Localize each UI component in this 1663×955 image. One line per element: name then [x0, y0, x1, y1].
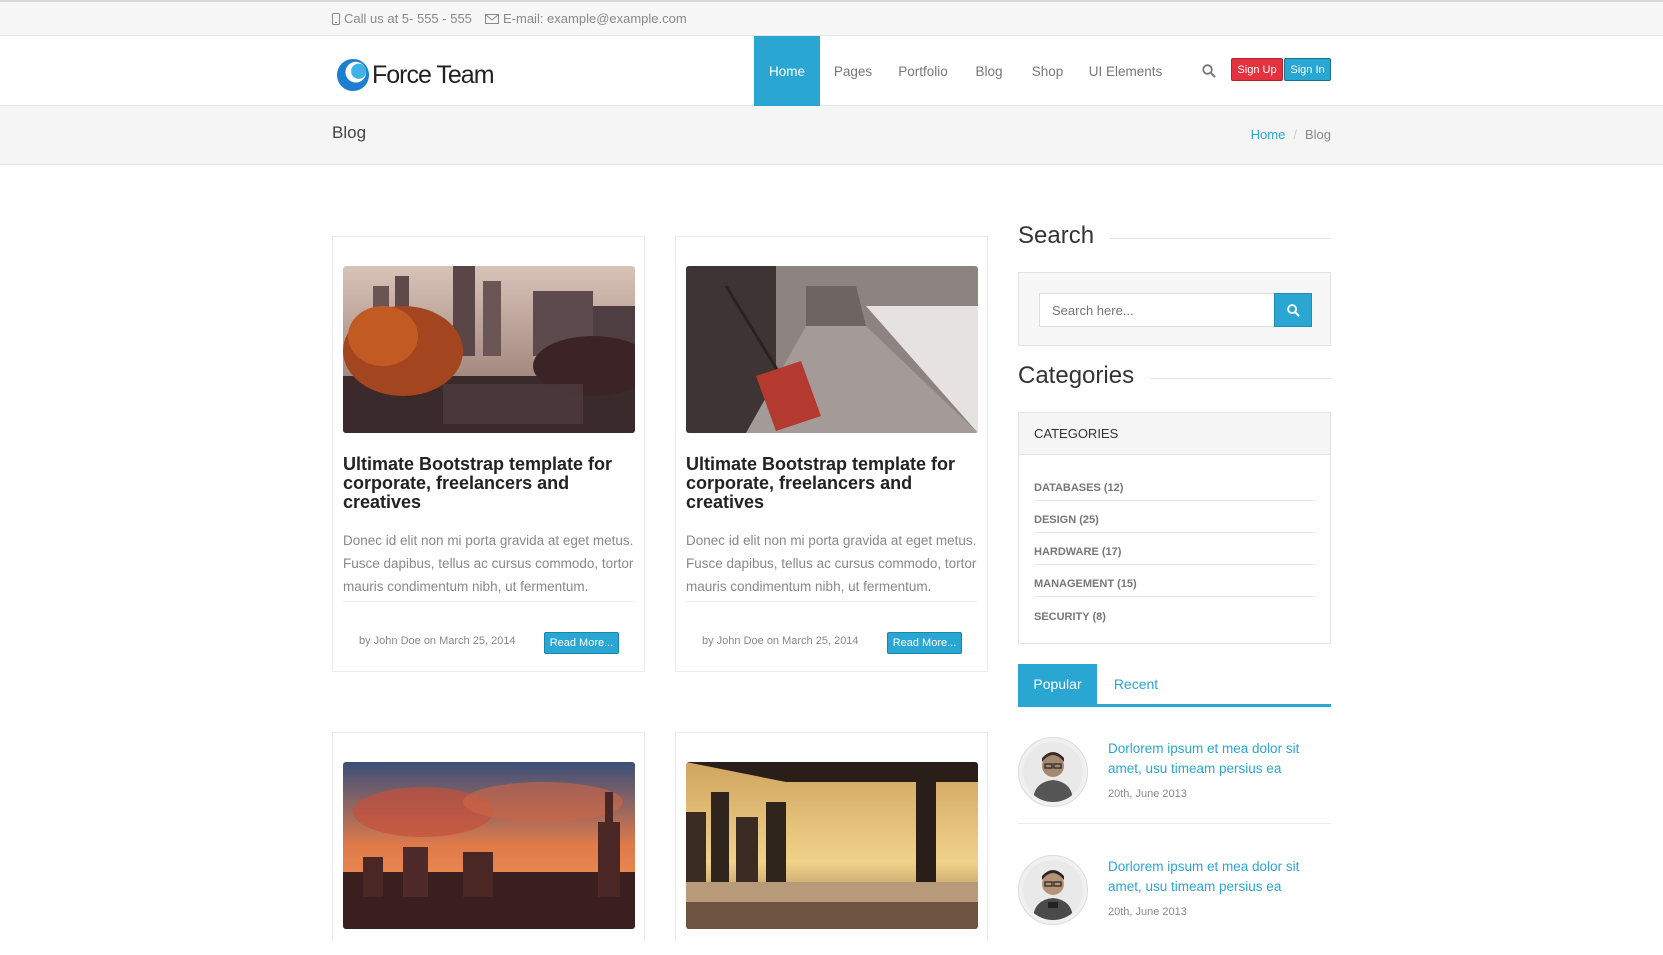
post-image-snow-shovel-photo	[686, 266, 978, 433]
nav-portfolio[interactable]: Portfolio	[886, 36, 960, 106]
breadcrumb-home[interactable]: Home	[1251, 127, 1286, 142]
blog-post-card: Ultimate Bootstrap template for corporat…	[675, 236, 988, 672]
avatar[interactable]	[1018, 855, 1088, 925]
search-icon[interactable]	[1202, 64, 1216, 78]
heading-rule	[1150, 377, 1331, 379]
search-heading-row: Search	[1018, 222, 1331, 250]
mobile-icon	[332, 12, 340, 25]
categories-panel: CATEGORIES DATABASES (12) DESIGN (25) HA…	[1018, 412, 1331, 644]
popular-post-title[interactable]: Dorlorem ipsum et mea dolor sit amet, us…	[1108, 739, 1318, 779]
header: Force Team Home Pages Portfolio Blog Sho…	[0, 36, 1663, 106]
category-item-hardware[interactable]: HARDWARE (17)	[1034, 533, 1315, 565]
top-bar: Call us at 5- 555 - 555 E-mail: example@…	[0, 0, 1663, 36]
popular-post-title[interactable]: Dorlorem ipsum et mea dolor sit amet, us…	[1108, 857, 1318, 897]
search-icon	[1286, 303, 1300, 317]
logo[interactable]: Force Team	[336, 58, 495, 92]
category-item-security[interactable]: SECURITY (8)	[1034, 597, 1315, 629]
categories-panel-title: CATEGORIES	[1019, 413, 1330, 455]
search-button[interactable]	[1274, 293, 1312, 327]
phone-info: Call us at 5- 555 - 555	[332, 11, 472, 26]
category-item-design[interactable]: DESIGN (25)	[1034, 501, 1315, 533]
brand-name: Force Team	[372, 60, 495, 89]
categories-heading-row: Categories	[1018, 362, 1331, 390]
post-meta: by John Doe on March 25, 2014	[359, 635, 516, 647]
post-image[interactable]	[686, 266, 978, 433]
sign-up-button[interactable]: Sign Up	[1231, 58, 1283, 81]
main-nav: Home Pages Portfolio Blog Shop UI Elemen…	[754, 36, 1174, 106]
post-image[interactable]	[343, 266, 635, 433]
logo-mark-icon	[336, 58, 370, 92]
blog-post-card	[675, 732, 988, 942]
post-excerpt: Donec id elit non mi porta gravida at eg…	[343, 533, 634, 594]
email-text: E-mail: example@example.com	[503, 11, 687, 26]
posts-tabs: Popular Recent	[1018, 664, 1331, 707]
post-title[interactable]: Ultimate Bootstrap template for corporat…	[343, 455, 639, 512]
post-title[interactable]: Ultimate Bootstrap template for corporat…	[686, 455, 982, 512]
avatar[interactable]	[1018, 737, 1088, 807]
post-divider	[1018, 823, 1331, 824]
categories-heading: Categories	[1018, 362, 1135, 389]
nav-shop[interactable]: Shop	[1018, 36, 1077, 106]
blog-post-card: Ultimate Bootstrap template for corporat…	[332, 236, 645, 672]
breadcrumb-current: Blog	[1304, 127, 1331, 142]
envelope-icon	[485, 13, 499, 24]
category-item-databases[interactable]: DATABASES (12)	[1034, 455, 1315, 501]
post-image[interactable]	[343, 762, 635, 929]
breadcrumb-separator: /	[1293, 127, 1297, 142]
post-image-bridge-photo	[686, 762, 978, 929]
page-title: Blog	[332, 123, 367, 142]
person-avatar-icon	[1023, 860, 1083, 920]
phone-text: Call us at 5- 555 - 555	[344, 11, 472, 26]
popular-post-item: Dorlorem ipsum et mea dolor sit amet, us…	[1018, 737, 1331, 837]
nav-home[interactable]: Home	[754, 36, 820, 106]
post-image[interactable]	[686, 762, 978, 929]
popular-post-date: 20th, June 2013	[1108, 788, 1187, 800]
post-image-park-photo	[343, 266, 635, 433]
person-avatar-icon	[1023, 742, 1083, 802]
post-meta: by John Doe on March 25, 2014	[702, 635, 859, 647]
category-item-management[interactable]: MANAGEMENT (15)	[1034, 565, 1315, 597]
search-heading: Search	[1018, 222, 1095, 249]
tab-recent[interactable]: Recent	[1097, 664, 1175, 704]
sign-in-button[interactable]: Sign In	[1284, 58, 1331, 81]
blog-post-card	[332, 732, 645, 942]
heading-rule	[1110, 237, 1331, 239]
nav-ui-elements[interactable]: UI Elements	[1077, 36, 1174, 106]
popular-post-item: Dorlorem ipsum et mea dolor sit amet, us…	[1018, 855, 1331, 955]
post-image-city-sunset-photo	[343, 762, 635, 929]
nav-pages[interactable]: Pages	[820, 36, 886, 106]
breadcrumb: Home / Blog	[1251, 127, 1331, 142]
popular-post-date: 20th, June 2013	[1108, 906, 1187, 918]
read-more-button[interactable]: Read More...	[887, 632, 962, 654]
card-divider	[343, 601, 634, 602]
tab-popular[interactable]: Popular	[1018, 664, 1097, 704]
page-title-bar: Blog Home / Blog	[0, 106, 1663, 165]
read-more-button[interactable]: Read More...	[544, 632, 619, 654]
search-input[interactable]	[1039, 293, 1275, 327]
category-list: DATABASES (12) DESIGN (25) HARDWARE (17)…	[1019, 455, 1330, 629]
nav-blog[interactable]: Blog	[960, 36, 1018, 106]
post-excerpt: Donec id elit non mi porta gravida at eg…	[686, 533, 977, 594]
search-box	[1018, 272, 1331, 346]
email-info: E-mail: example@example.com	[485, 11, 687, 26]
card-divider	[686, 601, 977, 602]
